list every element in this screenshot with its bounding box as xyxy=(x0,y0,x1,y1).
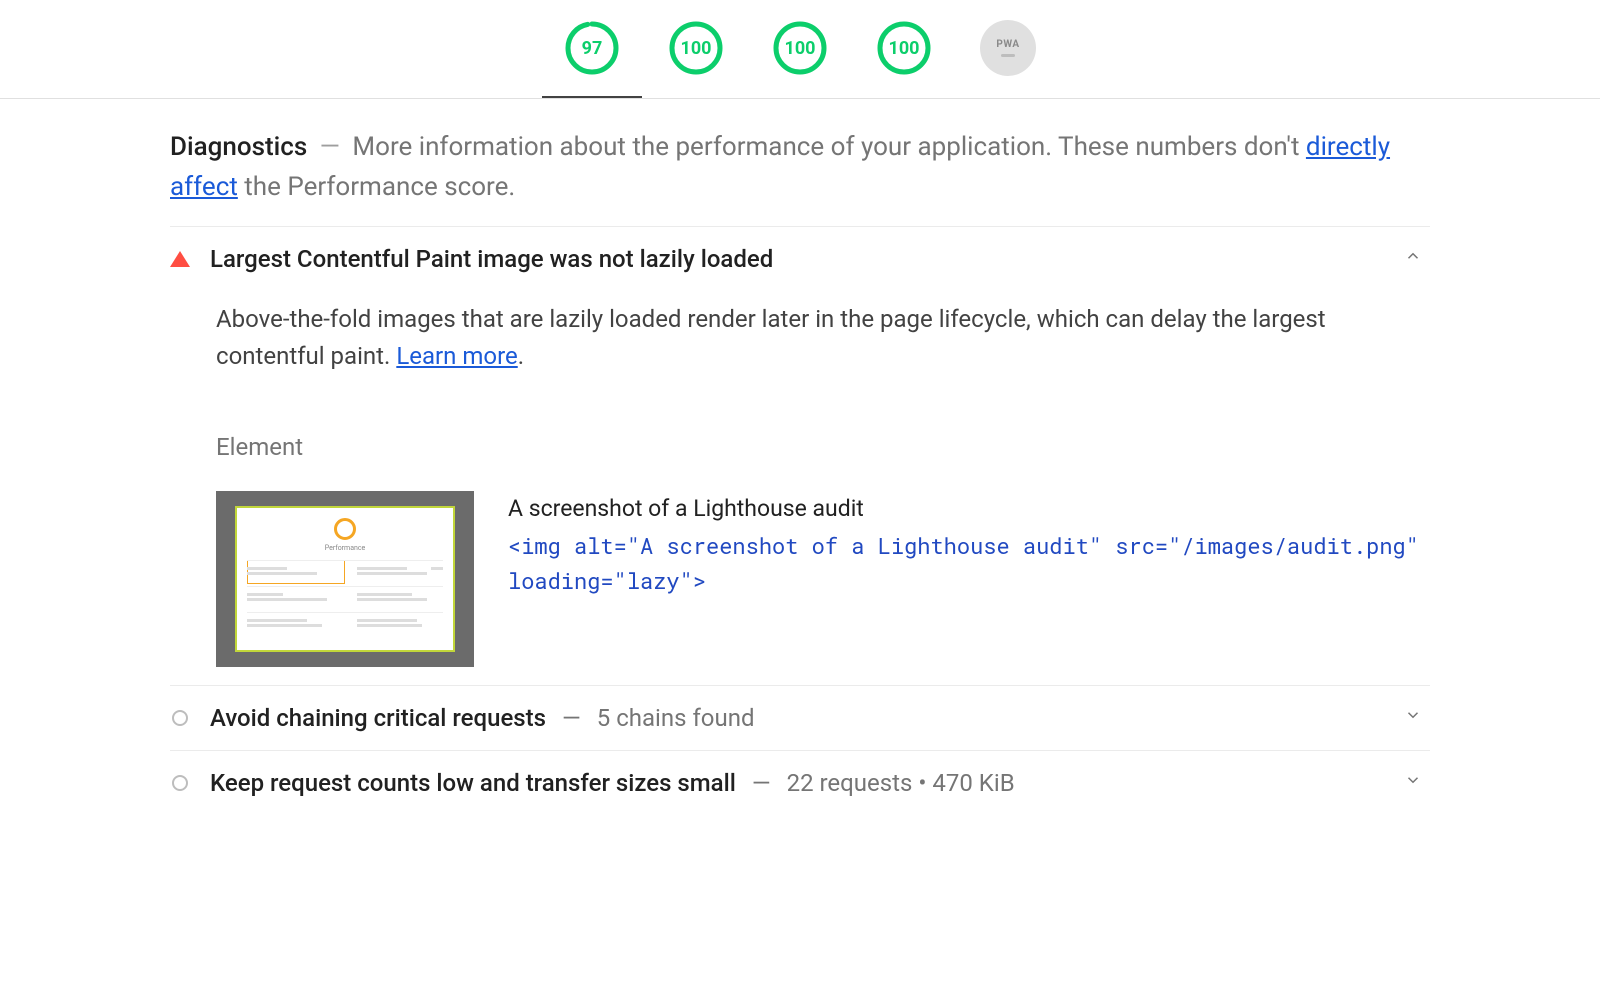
audit-lcp-lazy-load: Largest Contentful Paint image was not l… xyxy=(170,226,1430,685)
audit-header-row[interactable]: Largest Contentful Paint image was not l… xyxy=(170,245,1430,273)
element-info: A screenshot of a Lighthouse audit <img … xyxy=(508,491,1430,598)
score-value: 100 xyxy=(772,20,828,76)
audit-request-counts: Keep request counts low and transfer siz… xyxy=(170,750,1430,815)
score-tabs: 97 100 100 100 PWA xyxy=(0,0,1600,99)
pwa-dash-icon xyxy=(1001,54,1015,57)
diagnostics-section: Diagnostics — More information about the… xyxy=(170,99,1430,815)
audit-subtitle: 5 chains found xyxy=(597,704,755,732)
audit-body: Above-the-fold images that are lazily lo… xyxy=(170,273,1430,667)
audit-subtitle: 22 requests • 470 KiB xyxy=(787,769,1015,797)
info-circle-icon xyxy=(170,775,190,791)
element-row: Performance A screenshot of a Lighthouse… xyxy=(216,491,1430,667)
info-circle-icon xyxy=(170,710,190,726)
diagnostics-desc-post: the Performance score. xyxy=(238,172,515,202)
score-gauge-2[interactable]: 100 xyxy=(668,20,724,76)
score-gauge-4[interactable]: 100 xyxy=(876,20,932,76)
score-value: 100 xyxy=(668,20,724,76)
element-column-header: Element xyxy=(216,433,1430,461)
chevron-up-icon xyxy=(1396,247,1430,270)
audit-description: Above-the-fold images that are lazily lo… xyxy=(216,301,1430,375)
pwa-badge[interactable]: PWA xyxy=(980,20,1036,76)
score-gauge-3[interactable]: 100 xyxy=(772,20,828,76)
pwa-label: PWA xyxy=(996,39,1019,50)
score-value: 97 xyxy=(564,20,620,76)
chevron-down-icon xyxy=(1396,771,1430,794)
audit-title-text: Avoid chaining critical requests xyxy=(210,704,546,732)
warning-triangle-icon xyxy=(170,251,190,267)
diagnostics-desc-pre: More information about the performance o… xyxy=(352,132,1306,162)
element-thumbnail: Performance xyxy=(216,491,474,667)
score-gauge-performance[interactable]: 97 xyxy=(564,20,620,76)
audit-title-text: Keep request counts low and transfer siz… xyxy=(210,769,736,797)
chevron-down-icon xyxy=(1396,706,1430,729)
audit-header-row[interactable]: Avoid chaining critical requests — 5 cha… xyxy=(170,704,1430,732)
diagnostics-title: Diagnostics xyxy=(170,132,307,162)
diagnostics-header: Diagnostics — More information about the… xyxy=(170,127,1430,226)
score-value: 100 xyxy=(876,20,932,76)
element-code-snippet: <img alt="A screenshot of a Lighthouse a… xyxy=(508,528,1430,598)
learn-more-link[interactable]: Learn more xyxy=(396,342,517,370)
element-caption: A screenshot of a Lighthouse audit xyxy=(508,491,1430,528)
audit-chaining-critical-requests: Avoid chaining critical requests — 5 cha… xyxy=(170,685,1430,750)
audit-header-row[interactable]: Keep request counts low and transfer siz… xyxy=(170,769,1430,797)
audit-title: Largest Contentful Paint image was not l… xyxy=(210,245,1376,273)
